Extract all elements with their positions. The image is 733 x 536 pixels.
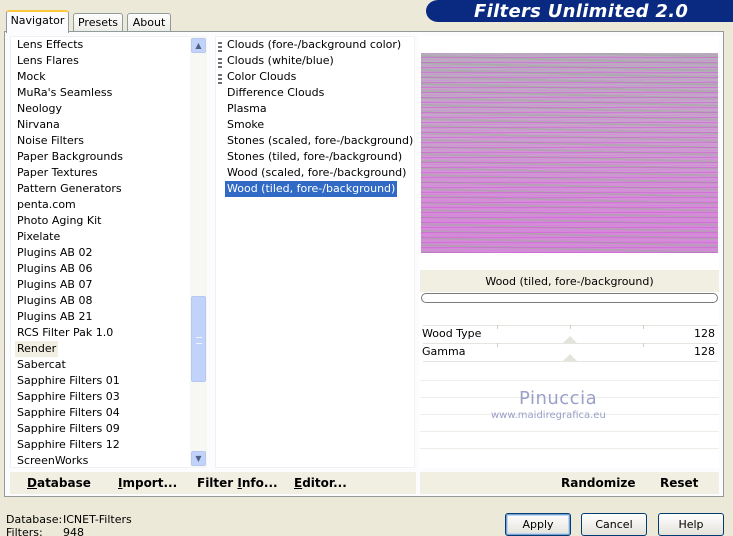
category-item[interactable]: Noise Filters	[15, 133, 86, 149]
filters-status-value: 948	[63, 526, 84, 536]
tab-about[interactable]: About	[127, 13, 171, 32]
import-button[interactable]: Import...	[118, 476, 177, 490]
editor-label: ditor...	[302, 476, 347, 490]
slider-thumb-icon[interactable]	[563, 354, 577, 361]
database-status-label: Database:	[6, 513, 63, 526]
category-item[interactable]: Lens Flares	[15, 53, 81, 69]
scroll-up-arrow-icon[interactable]: ▲	[191, 38, 206, 53]
slider-tick	[497, 325, 498, 329]
category-item[interactable]: Photo Aging Kit	[15, 213, 103, 229]
category-item[interactable]: MuRa's Seamless	[15, 85, 114, 101]
progress-bar	[421, 293, 718, 303]
category-item[interactable]: Plugins AB 08	[15, 293, 94, 309]
category-item[interactable]: Lens Effects	[15, 37, 85, 53]
editor-accel: E	[294, 476, 303, 490]
category-item[interactable]: Sabercat	[15, 357, 68, 373]
filter-item[interactable]: Stones (scaled, fore-/background)	[225, 133, 415, 149]
category-item[interactable]: Paper Textures	[15, 165, 100, 181]
slider-tick	[643, 343, 644, 347]
category-item[interactable]: Plugins AB 07	[15, 277, 94, 293]
category-item[interactable]: Nirvana	[15, 117, 62, 133]
param-value: 128	[694, 327, 715, 340]
filter-item[interactable]: Difference Clouds	[225, 85, 326, 101]
category-item[interactable]: Pixelate	[15, 229, 62, 245]
category-item[interactable]: Plugins AB 06	[15, 261, 94, 277]
filter-info-prefix: Filter	[197, 476, 238, 490]
filter-item-selected[interactable]: Wood (tiled, fore-/background)	[225, 181, 398, 197]
filter-info-label: nfo...	[241, 476, 278, 490]
slider-tick	[497, 343, 498, 347]
watermark-url: www.maidiregrafica.eu	[491, 410, 606, 421]
category-item-selected[interactable]: Render	[15, 341, 59, 357]
filter-marker-icon	[218, 42, 222, 52]
filter-info-button[interactable]: Filter Info...	[197, 476, 278, 490]
tab-presets[interactable]: Presets	[73, 13, 123, 32]
category-item[interactable]: Sapphire Filters 09	[15, 421, 122, 437]
category-item[interactable]: Neology	[15, 101, 64, 117]
tab-presets-label: Presets	[77, 16, 119, 29]
category-item[interactable]: ScreenWorks	[15, 453, 90, 467]
category-item[interactable]: Sapphire Filters 03	[15, 389, 122, 405]
database-button[interactable]: Database	[27, 476, 91, 490]
filter-item[interactable]: Color Clouds	[225, 69, 298, 85]
category-item[interactable]: Pattern Generators	[15, 181, 124, 197]
empty-param-row	[420, 431, 719, 448]
database-accel: D	[27, 476, 37, 490]
randomize-button[interactable]: Randomize	[561, 476, 635, 490]
param-label: Gamma	[422, 345, 466, 358]
filter-item[interactable]: Stones (tiled, fore-/background)	[225, 149, 404, 165]
scroll-down-arrow-icon[interactable]: ▼	[191, 451, 206, 466]
category-scrollbar[interactable]: ▲ ▼	[190, 36, 207, 468]
watermark-name: Pinuccia	[519, 388, 598, 409]
category-item[interactable]: Plugins AB 21	[15, 309, 94, 325]
import-label: mport...	[122, 476, 178, 490]
filter-item[interactable]: Clouds (fore-/background color)	[225, 37, 403, 53]
filter-list[interactable]: Clouds (fore-/background color) Clouds (…	[215, 36, 415, 468]
param-value: 128	[694, 345, 715, 358]
apply-button[interactable]: Apply	[505, 513, 571, 536]
category-item[interactable]: Plugins AB 02	[15, 245, 94, 261]
slider-tick	[570, 325, 571, 329]
selected-filter-name: Wood (tiled, fore-/background)	[420, 270, 719, 292]
param-label: Wood Type	[422, 327, 482, 340]
category-item[interactable]: RCS Filter Pak 1.0	[15, 325, 115, 341]
slider-thumb-icon[interactable]	[563, 336, 577, 343]
category-item[interactable]: Sapphire Filters 12	[15, 437, 122, 453]
help-button[interactable]: Help	[658, 513, 724, 536]
slider-tick	[643, 325, 644, 329]
scroll-thumb[interactable]	[191, 296, 206, 382]
filter-marker-icon	[218, 58, 222, 68]
category-list[interactable]: Lens Effects Lens Flares Mock MuRa's Sea…	[10, 36, 207, 468]
database-label: atabase	[36, 476, 91, 490]
filter-item[interactable]: Smoke	[225, 117, 266, 133]
category-item[interactable]: Sapphire Filters 01	[15, 373, 122, 389]
category-item[interactable]: penta.com	[15, 197, 78, 213]
filter-item[interactable]: Wood (scaled, fore-/background)	[225, 165, 408, 181]
preview-image[interactable]	[421, 53, 718, 253]
slider-track	[423, 361, 718, 362]
filter-item[interactable]: Plasma	[225, 101, 269, 117]
category-item[interactable]: Sapphire Filters 04	[15, 405, 122, 421]
tab-about-label: About	[132, 16, 166, 29]
category-item[interactable]: Paper Backgrounds	[15, 149, 125, 165]
filters-status-label: Filters:	[6, 526, 43, 536]
filter-marker-icon	[218, 74, 222, 84]
tab-navigator[interactable]: Navigator	[6, 10, 69, 33]
editor-button[interactable]: Editor...	[294, 476, 347, 490]
cancel-button[interactable]: Cancel	[581, 513, 647, 536]
empty-param-row	[420, 448, 719, 465]
category-item[interactable]: Mock	[15, 69, 48, 85]
database-status-value: ICNET-Filters	[63, 513, 132, 526]
slider-track	[423, 343, 718, 344]
reset-button[interactable]: Reset	[660, 476, 698, 490]
filter-item[interactable]: Clouds (white/blue)	[225, 53, 336, 69]
tab-navigator-label: Navigator	[10, 14, 65, 27]
app-title: Filters Unlimited 2.0	[474, 1, 689, 22]
